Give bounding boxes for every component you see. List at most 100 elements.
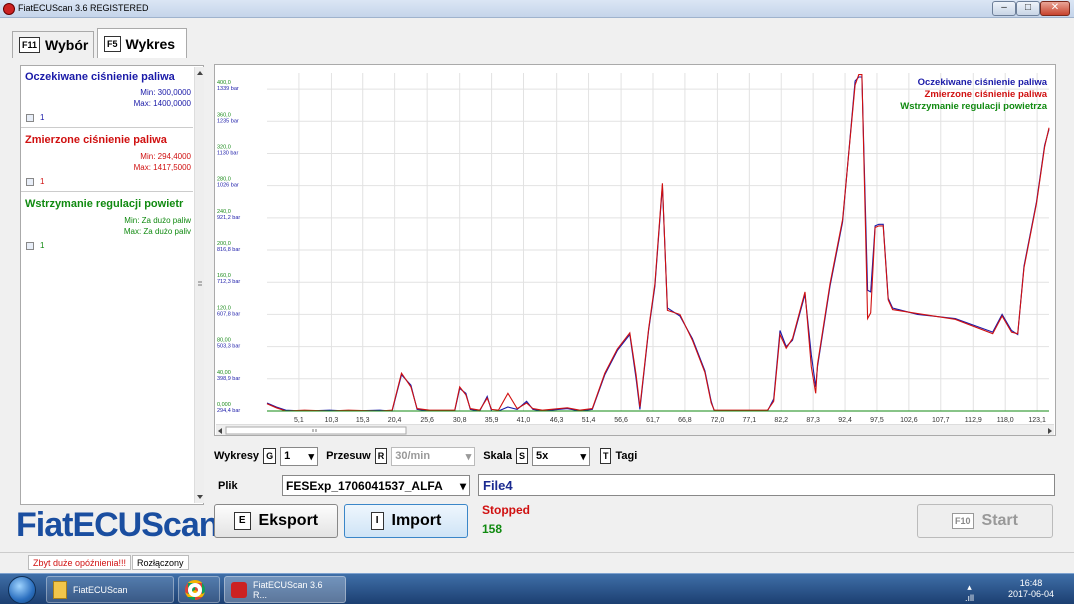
x-tick-label: 51,4 — [582, 417, 596, 424]
taskbar-chrome[interactable] — [178, 576, 220, 603]
sensor-item[interactable]: Wstrzymanie regulacji powietr Min: Za du… — [21, 192, 193, 256]
sensor-checkbox[interactable] — [26, 242, 34, 250]
tab-wybor[interactable]: F11 Wybór — [12, 31, 94, 58]
f5-key-badge: F5 — [104, 35, 121, 52]
x-tick-label: 15,3 — [356, 417, 370, 424]
close-button[interactable]: ✕ — [1040, 1, 1070, 16]
scroll-down-icon — [197, 495, 203, 499]
start-key: F10 — [952, 513, 974, 529]
series-line — [266, 74, 1050, 412]
y-tick-bar-label: 1339 bar — [217, 86, 239, 92]
y-tick-bar-label: 1130 bar — [217, 150, 238, 156]
minimize-button[interactable]: – — [992, 1, 1016, 16]
wykresy-select-value: 1 — [284, 450, 291, 462]
tray-icons[interactable]: ▴ .ıll — [965, 582, 974, 604]
sensor-check-value: 1 — [40, 177, 45, 186]
sensor-min: Min: 294,4000 — [140, 152, 191, 161]
x-tick-label: 97,5 — [870, 417, 884, 424]
x-tick-label: 102,6 — [900, 417, 918, 424]
connection-status: Rozłączony — [132, 555, 189, 570]
sensor-name: Oczekiwane ciśnienie paliwa — [25, 71, 175, 83]
taskbar-fiatecuscan[interactable]: FiatECUScan 3.6 R... — [224, 576, 346, 603]
skala-key: S — [515, 448, 528, 464]
delay-warning: Zbyt duże opóźnienia!!! — [28, 555, 132, 570]
taskbar-explorer-label: FiatECUScan — [73, 584, 128, 595]
start-button[interactable]: F10 Start — [917, 504, 1053, 538]
fiatecuscan-logo: FiatECUScan — [16, 506, 219, 544]
sensor-name: Zmierzone ciśnienie paliwa — [25, 134, 167, 146]
chevron-down-icon: ▾ — [465, 450, 472, 463]
chevron-down-icon: ▾ — [308, 450, 315, 463]
y-tick-bar-label: 1235 bar — [217, 118, 239, 124]
status-count: 158 — [482, 522, 503, 536]
taskbar: FiatECUScan FiatECUScan 3.6 R... ▴ .ıll … — [0, 573, 1074, 604]
eksport-key: E — [233, 512, 251, 530]
x-tick-label: 77,1 — [743, 417, 757, 424]
x-tick-label: 107,7 — [932, 417, 950, 424]
eksport-label: Eksport — [258, 512, 319, 529]
skala-select-value: 5x — [535, 450, 549, 462]
y-tick-bar-label: 398,9 bar — [217, 376, 240, 382]
x-tick-label: 82,2 — [774, 417, 788, 424]
scroll-right-icon — [1048, 428, 1052, 434]
sensor-min: Min: 300,0000 — [140, 88, 191, 97]
x-tick-label: 41,0 — [517, 417, 531, 424]
x-tick-label: 92,4 — [838, 417, 852, 424]
clock-time: 16:48 — [1019, 578, 1043, 588]
x-tick-label: 66,8 — [678, 417, 692, 424]
x-tick-label: 35,9 — [485, 417, 499, 424]
file-select[interactable]: FESExp_1706041537_ALFA ▾ — [282, 475, 470, 496]
tagi-key[interactable]: T — [599, 448, 612, 464]
tab-wykres[interactable]: F5 Wykres — [97, 28, 187, 58]
x-tick-label: 61,7 — [646, 417, 660, 424]
taskbar-explorer[interactable]: FiatECUScan — [46, 576, 174, 603]
sensor-item[interactable]: Zmierzone ciśnienie paliwa Min: 294,4000… — [21, 128, 193, 192]
legend-entry: Oczekiwane ciśnienie paliwa — [918, 77, 1048, 88]
x-tick-label: 46,3 — [550, 417, 564, 424]
wykresy-label: Wykresy — [214, 450, 260, 462]
import-button[interactable]: I Import — [344, 504, 468, 538]
y-tick-bar-label: 921,2 bar — [217, 215, 240, 221]
sensor-max: Max: Za dużo paliv — [123, 227, 191, 236]
import-label: Import — [391, 512, 442, 529]
sensor-item[interactable]: Oczekiwane ciśnienie paliwa Min: 300,000… — [21, 66, 193, 128]
legend-entry: Wstrzymanie regulacji powietrza — [900, 101, 1047, 112]
y-tick-bar-label: 607,8 bar — [217, 311, 240, 317]
x-tick-label: 56,6 — [614, 417, 628, 424]
chart-horizontal-scrollbar[interactable] — [216, 424, 1054, 435]
wykresy-select[interactable]: 1 ▾ — [280, 446, 319, 466]
sensor-checkbox[interactable] — [26, 178, 34, 186]
eksport-button[interactable]: E Eksport — [214, 504, 338, 538]
import-key: I — [370, 512, 384, 530]
przesuw-key: R — [374, 448, 388, 464]
scroll-up-icon — [197, 71, 203, 75]
title-bar: FiatECUScan 3.6 REGISTERED – □ ✕ — [0, 0, 1074, 18]
tab-wybor-label: Wybór — [45, 37, 89, 53]
sensor-check-value: 1 — [40, 241, 45, 250]
wykresy-key: G — [263, 448, 277, 464]
tagi-label: Tagi — [615, 450, 638, 462]
maximize-button[interactable]: □ — [1016, 1, 1040, 16]
skala-select[interactable]: 5x ▾ — [531, 446, 590, 466]
start-label: Start — [981, 512, 1018, 529]
przesuw-label: Przesuw — [326, 450, 371, 462]
sensor-checkbox[interactable] — [26, 114, 34, 122]
file-display: File4 — [478, 474, 1055, 496]
x-tick-label: 20,4 — [388, 417, 402, 424]
sensor-list-scrollbar[interactable] — [194, 67, 204, 503]
x-tick-label: 123,1 — [1028, 417, 1046, 424]
sensor-check-value: 1 — [40, 113, 45, 122]
chart-controls: Wykresy G 1 ▾ Przesuw R 30/min ▾ Skala S 5… — [214, 444, 637, 468]
legend-entry: Zmierzone ciśnienie paliwa — [925, 89, 1048, 100]
chart-frame: 0,000 294,4 bar 40,00 398,9 bar 80,00 503,3 b… — [214, 64, 1056, 436]
x-tick-label: 112,9 — [965, 417, 982, 424]
przesuw-select[interactable]: 30/min ▾ — [391, 446, 476, 466]
chrome-icon — [185, 579, 205, 600]
start-menu-icon[interactable] — [8, 576, 36, 604]
window-title: FiatECUScan 3.6 REGISTERED — [18, 3, 149, 13]
chevron-down-icon: ▾ — [580, 450, 586, 463]
app-taskbar-icon — [231, 581, 247, 598]
system-tray: ▴ .ıll 16:48 2017-06-04 — [965, 578, 1054, 603]
x-tick-label: 10,3 — [325, 417, 339, 424]
chevron-down-icon: ▾ — [459, 478, 466, 493]
